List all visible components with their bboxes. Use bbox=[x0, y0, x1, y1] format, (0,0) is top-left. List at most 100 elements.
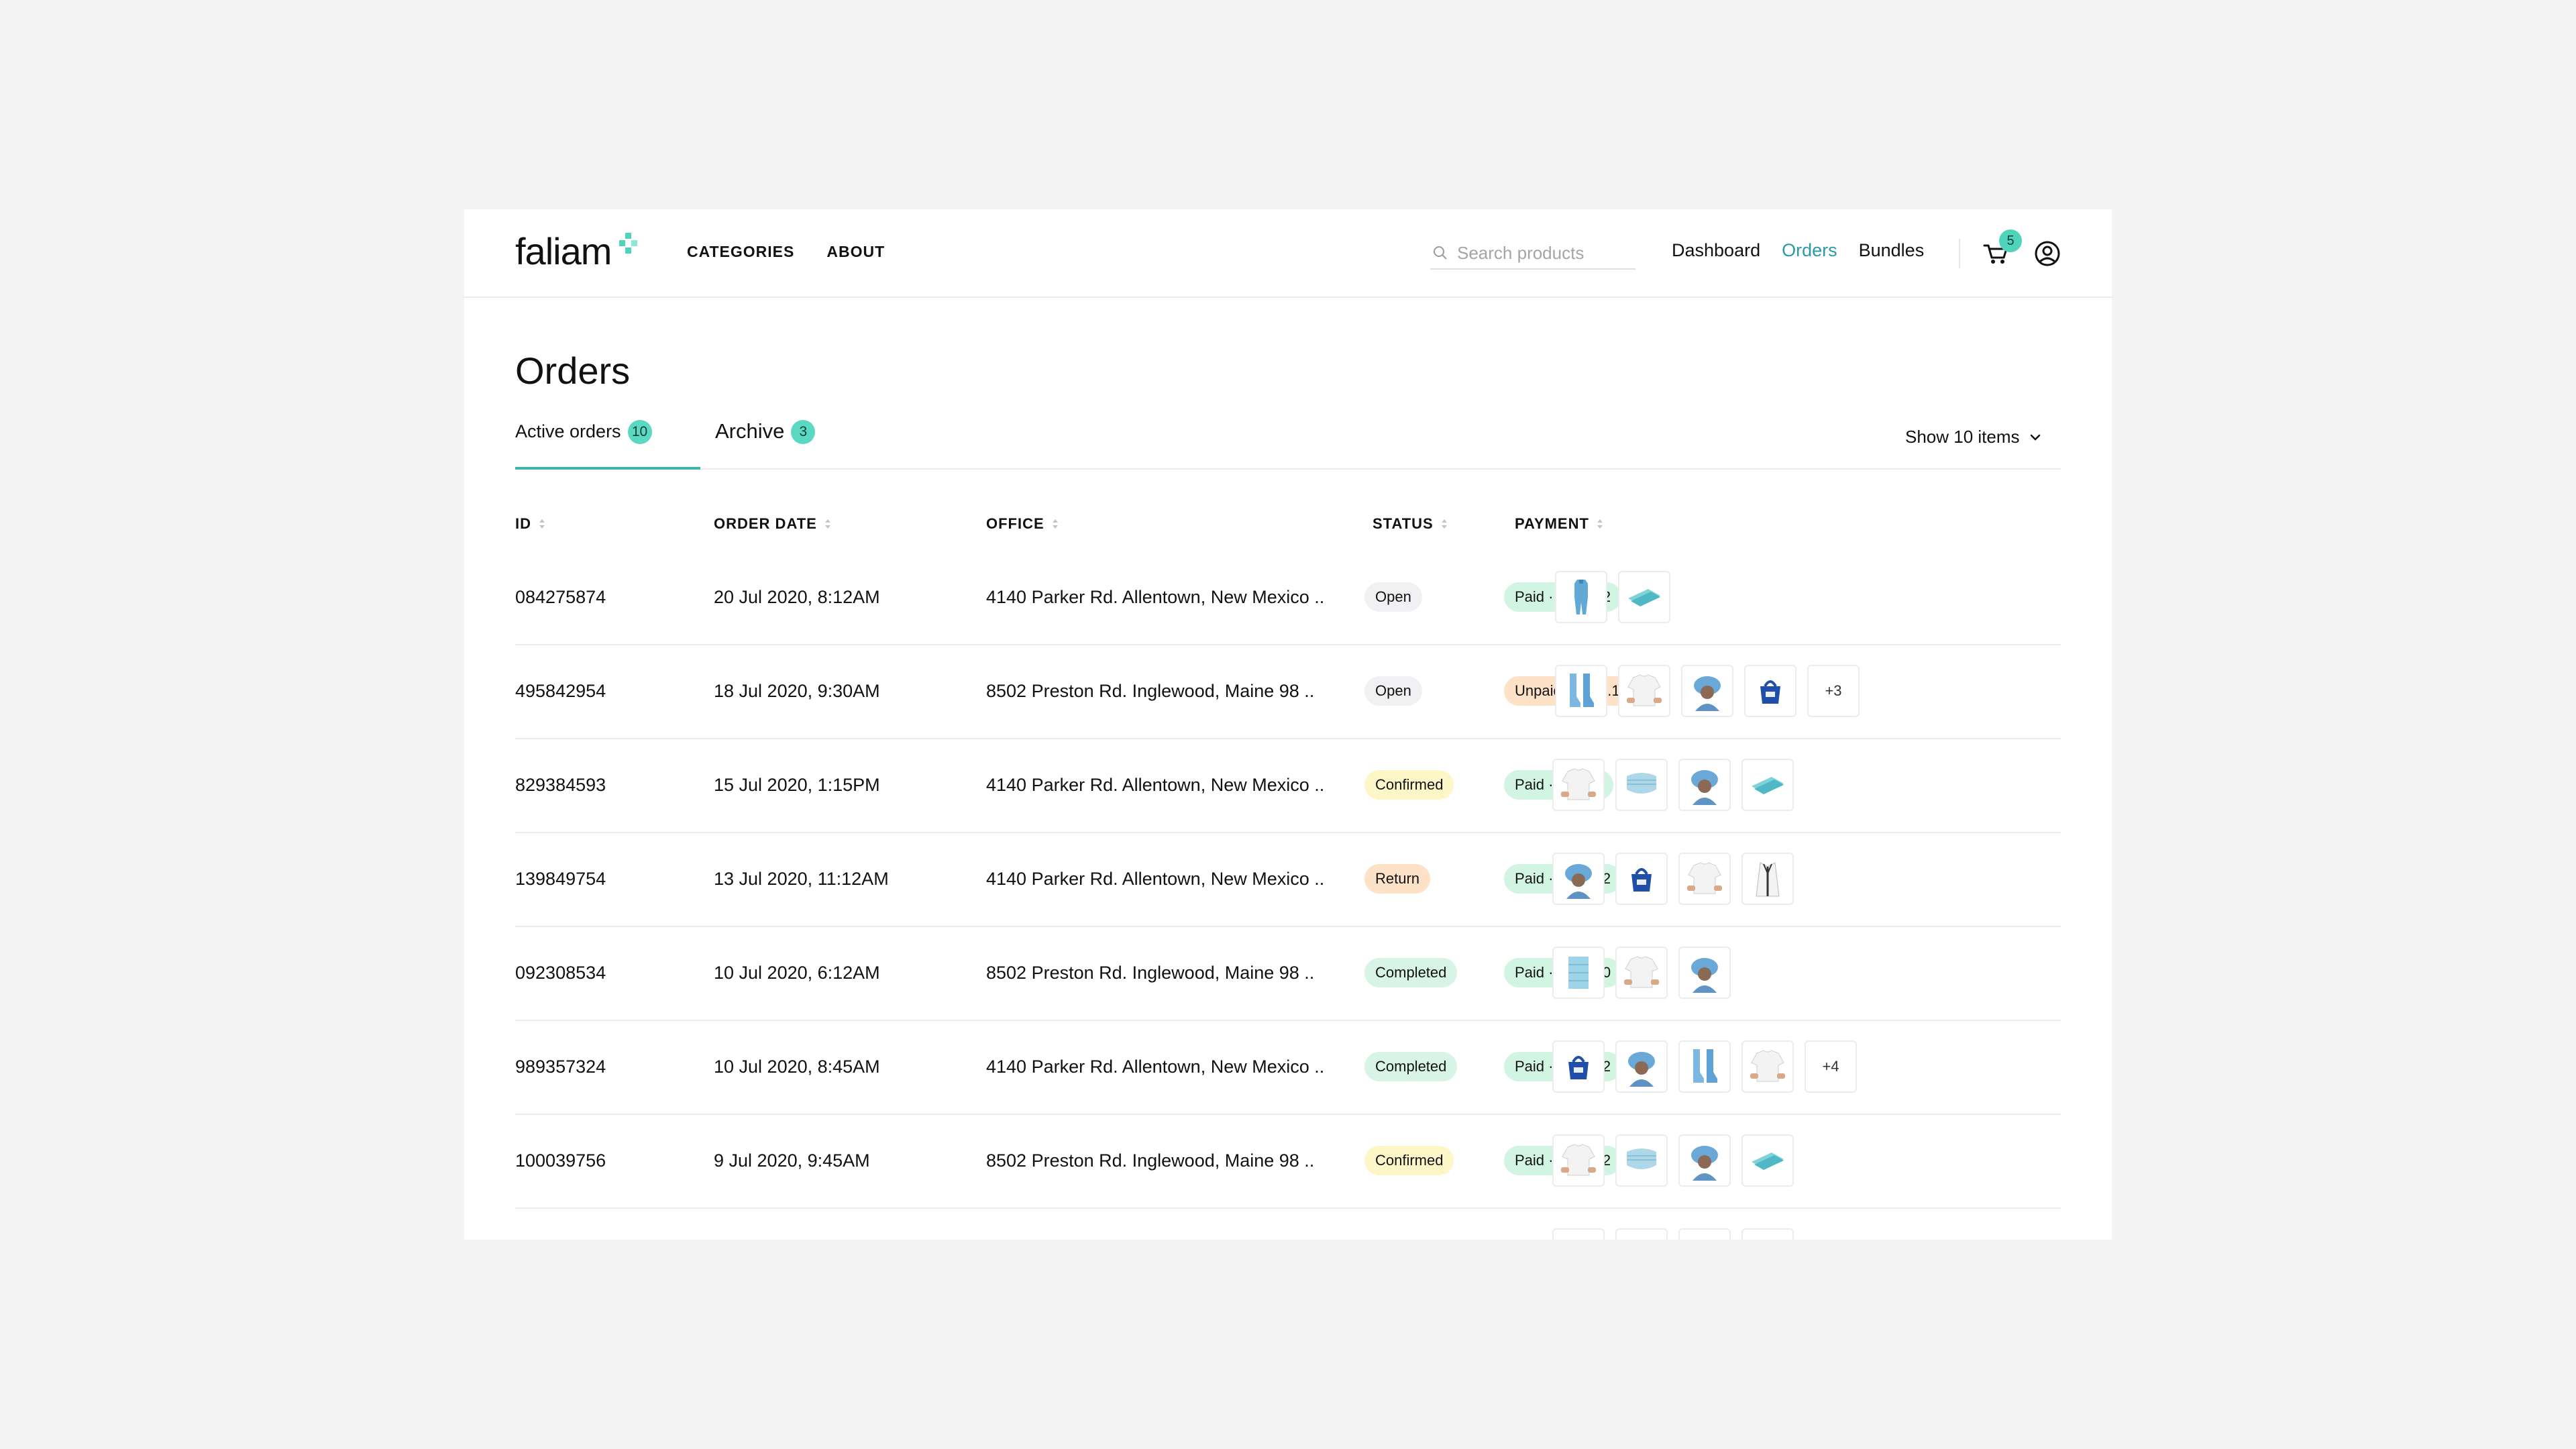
product-thumbnail[interactable] bbox=[1552, 1228, 1605, 1240]
product-thumbnail[interactable] bbox=[1552, 853, 1605, 905]
product-thumbnail[interactable] bbox=[1741, 1040, 1794, 1093]
bag-icon bbox=[1568, 1056, 1589, 1079]
header-label: ID bbox=[515, 515, 531, 532]
shoecover-icon bbox=[1570, 674, 1594, 707]
table-row[interactable]: 989357324 10 Jul 2020, 8:45AM 4140 Parker … bbox=[515, 1021, 2061, 1115]
column-header-payment[interactable]: PAYMENT bbox=[1515, 515, 1604, 533]
product-thumbnail[interactable] bbox=[1741, 1134, 1794, 1187]
order-date: 18 Jul 2020, 9:30AM bbox=[714, 680, 880, 701]
product-thumbnail[interactable] bbox=[1615, 1134, 1668, 1187]
search-input[interactable] bbox=[1456, 241, 1633, 264]
mask-icon bbox=[1627, 1148, 1656, 1169]
product-thumbnail[interactable] bbox=[1678, 947, 1731, 999]
product-thumbnail[interactable] bbox=[1555, 571, 1607, 623]
product-thumbnails: +3 bbox=[1555, 645, 1860, 737]
gloves-icon bbox=[1628, 589, 1660, 606]
tshirt-icon bbox=[1687, 862, 1722, 894]
status-badge: Confirmed bbox=[1364, 1146, 1454, 1175]
table-row[interactable] bbox=[515, 1209, 2061, 1240]
product-thumbnail[interactable] bbox=[1615, 1040, 1668, 1093]
column-header-id[interactable]: ID bbox=[515, 515, 546, 533]
order-tabs: Active orders 10 Archive 3 bbox=[515, 420, 2061, 470]
order-id: 495842954 bbox=[515, 680, 606, 701]
product-thumbnail[interactable] bbox=[1552, 1040, 1605, 1093]
product-thumbnail[interactable] bbox=[1678, 1228, 1731, 1240]
status-badge: Completed bbox=[1364, 1052, 1458, 1081]
tab-archive[interactable]: Archive 3 bbox=[715, 420, 816, 468]
status-badge: Completed bbox=[1364, 958, 1458, 987]
bag-icon bbox=[1751, 1238, 1784, 1240]
status-cell bbox=[1364, 1209, 1413, 1240]
product-thumbnail[interactable] bbox=[1678, 1040, 1731, 1093]
product-thumbnail[interactable] bbox=[1741, 1228, 1794, 1240]
product-thumbnail[interactable] bbox=[1615, 947, 1668, 999]
column-header-status[interactable]: STATUS bbox=[1373, 515, 1448, 533]
product-thumbnail[interactable] bbox=[1618, 665, 1670, 717]
order-id: 139849754 bbox=[515, 868, 606, 889]
nav-categories[interactable]: CATEGORIES bbox=[687, 243, 794, 261]
order-date: 9 Jul 2020, 9:45AM bbox=[714, 1150, 870, 1171]
product-thumbnail[interactable] bbox=[1678, 1134, 1731, 1187]
sort-icon bbox=[1441, 519, 1447, 529]
table-row[interactable]: 100039756 9 Jul 2020, 9:45AM 8502 Preston … bbox=[515, 1115, 2061, 1209]
table-row[interactable]: 495842954 18 Jul 2020, 9:30AM 8502 Preston… bbox=[515, 645, 2061, 739]
status-cell: Open bbox=[1364, 645, 1422, 737]
status-cell: Confirmed bbox=[1364, 739, 1454, 830]
header-label: PAYMENT bbox=[1515, 515, 1589, 532]
tshirt-icon bbox=[1561, 1144, 1596, 1176]
product-thumbnail[interactable] bbox=[1678, 853, 1731, 905]
table-row[interactable]: 084275874 20 Jul 2020, 8:12AM 4140 Parker … bbox=[515, 551, 2061, 645]
product-thumbnail[interactable] bbox=[1615, 1228, 1668, 1240]
search-icon bbox=[1434, 246, 1447, 260]
primary-nav: CATEGORIES ABOUT bbox=[687, 243, 885, 261]
nav-divider bbox=[1959, 239, 1960, 268]
office-address: 8502 Preston Rd. Inglewood, Maine 98 .. bbox=[986, 680, 1315, 701]
tshirt-icon bbox=[1627, 674, 1662, 706]
column-header-office[interactable]: OFFICE bbox=[986, 515, 1059, 533]
logo[interactable]: faliam bbox=[515, 229, 639, 273]
page-title: Orders bbox=[515, 350, 631, 392]
product-thumbnail[interactable] bbox=[1552, 947, 1605, 999]
orders-table-body: 084275874 20 Jul 2020, 8:12AM 4140 Parker … bbox=[515, 551, 2061, 1240]
sort-icon bbox=[824, 519, 830, 529]
order-id: 989357324 bbox=[515, 1056, 606, 1077]
more-products-button[interactable]: +3 bbox=[1807, 665, 1860, 717]
table-row[interactable]: 092308534 10 Jul 2020, 6:12AM 8502 Preston… bbox=[515, 927, 2061, 1021]
product-thumbnail[interactable] bbox=[1744, 665, 1796, 717]
order-date: 10 Jul 2020, 8:45AM bbox=[714, 1056, 880, 1077]
product-thumbnails bbox=[1555, 551, 1670, 643]
order-date: 15 Jul 2020, 1:15PM bbox=[714, 774, 880, 795]
product-thumbnail[interactable] bbox=[1615, 759, 1668, 811]
product-thumbnail[interactable] bbox=[1741, 759, 1794, 811]
office-address: 4140 Parker Rd. Allentown, New Mexico .. bbox=[986, 586, 1325, 607]
tab-active-orders[interactable]: Active orders 10 bbox=[515, 420, 700, 470]
table-row[interactable]: 139849754 13 Jul 2020, 11:12AM 4140 Parker… bbox=[515, 833, 2061, 927]
product-thumbnail[interactable] bbox=[1678, 759, 1731, 811]
logo-mark-icon bbox=[619, 232, 638, 254]
tab-count-badge: 10 bbox=[627, 420, 652, 444]
show-items-label: Show 10 items bbox=[1905, 427, 2020, 447]
nav-orders[interactable]: Orders bbox=[1782, 240, 1837, 261]
product-thumbnail[interactable] bbox=[1618, 571, 1670, 623]
product-thumbnail[interactable] bbox=[1615, 853, 1668, 905]
bag-icon bbox=[1631, 868, 1652, 892]
nav-dashboard[interactable]: Dashboard bbox=[1672, 240, 1760, 261]
nav-about[interactable]: ABOUT bbox=[826, 243, 885, 261]
product-thumbnail[interactable] bbox=[1555, 665, 1607, 717]
product-thumbnail[interactable] bbox=[1552, 759, 1605, 811]
top-header: faliam CATEGORIES ABOUT Dashboard Orders… bbox=[464, 209, 2112, 298]
show-items-dropdown[interactable]: Show 10 items bbox=[1905, 427, 2043, 447]
user-account-icon[interactable] bbox=[2033, 239, 2062, 268]
column-header-order-date[interactable]: ORDER DATE bbox=[714, 515, 832, 533]
product-thumbnail[interactable] bbox=[1741, 853, 1794, 905]
nav-bundles[interactable]: Bundles bbox=[1859, 240, 1925, 261]
header-label: OFFICE bbox=[986, 515, 1044, 532]
status-badge: Return bbox=[1364, 864, 1431, 894]
product-thumbnail[interactable] bbox=[1552, 1134, 1605, 1187]
search-box[interactable] bbox=[1430, 237, 1635, 270]
more-products-button[interactable]: +4 bbox=[1805, 1040, 1857, 1093]
gown-icon bbox=[1574, 580, 1588, 614]
product-thumbnail[interactable] bbox=[1681, 665, 1733, 717]
product-thumbnails bbox=[1552, 833, 1794, 924]
table-row[interactable]: 829384593 15 Jul 2020, 1:15PM 4140 Parker … bbox=[515, 739, 2061, 833]
